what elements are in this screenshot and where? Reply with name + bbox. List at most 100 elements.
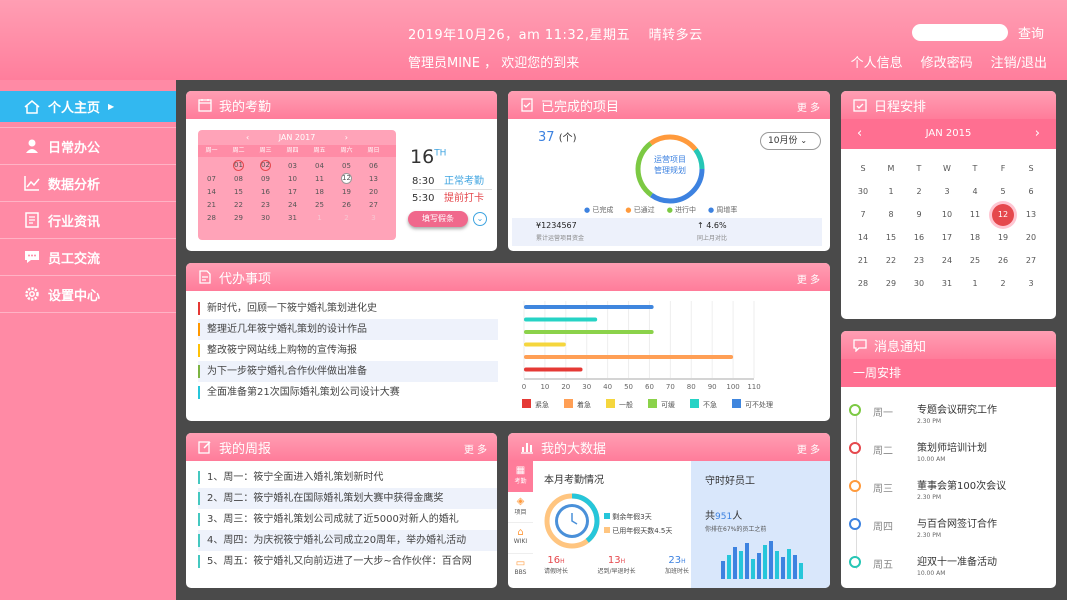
calendar-day[interactable]: 4: [961, 180, 989, 203]
logout-link[interactable]: 注销/退出: [991, 52, 1047, 71]
calendar-day[interactable]: 18: [961, 226, 989, 249]
leave-request-button[interactable]: 填写假条: [408, 211, 468, 227]
prev-month-button[interactable]: ‹: [857, 119, 862, 149]
sidebar-item-analysis[interactable]: 数据分析: [0, 165, 176, 202]
calendar-day[interactable]: 31: [933, 272, 961, 295]
calendar-day[interactable]: 24: [933, 249, 961, 272]
calendar-day[interactable]: 26: [333, 198, 360, 211]
calendar-day[interactable]: 21: [198, 198, 225, 211]
sidebar-item-settings[interactable]: 设置中心: [0, 276, 176, 313]
calendar-day[interactable]: 29: [225, 211, 252, 224]
calendar-day[interactable]: 14: [198, 185, 225, 198]
calendar-day[interactable]: 27: [1017, 249, 1045, 272]
calendar-day[interactable]: 10: [933, 203, 961, 226]
calendar-day[interactable]: 03: [279, 159, 306, 172]
calendar-day[interactable]: 13: [360, 172, 387, 185]
notice-item[interactable]: 周三 董事会第100次会议 2.30 PM: [849, 477, 1044, 501]
calendar-day[interactable]: 20: [1017, 226, 1045, 249]
calendar-day[interactable]: 22: [877, 249, 905, 272]
calendar-day[interactable]: 26: [989, 249, 1017, 272]
calendar-day[interactable]: 11: [961, 203, 989, 226]
personal-info-link[interactable]: 个人信息: [851, 52, 903, 71]
projects-more-link[interactable]: 更 多: [797, 99, 820, 114]
calendar-day[interactable]: 17: [933, 226, 961, 249]
calendar-day[interactable]: 27: [360, 198, 387, 211]
bigdata-more-link[interactable]: 更 多: [797, 441, 820, 456]
calendar-day[interactable]: 28: [198, 211, 225, 224]
calendar-day[interactable]: 2: [333, 211, 360, 224]
calendar-day[interactable]: 18: [306, 185, 333, 198]
sidebar-item-news[interactable]: 行业资讯: [0, 202, 176, 239]
todo-item[interactable]: 为下一步筱宁婚礼合作伙伴做出准备: [198, 361, 498, 382]
calendar-day[interactable]: 05: [333, 159, 360, 172]
calendar-day[interactable]: 25: [961, 249, 989, 272]
calendar-day[interactable]: 6: [1017, 180, 1045, 203]
tab-project[interactable]: ◈ 项目: [508, 492, 533, 523]
calendar-day[interactable]: 15: [225, 185, 252, 198]
calendar-day[interactable]: 16: [252, 185, 279, 198]
weekly-item[interactable]: 2、周二：筱宁婚礼在国际婚礼策划大赛中获得金鹰奖: [198, 488, 497, 509]
todo-item[interactable]: 新时代，回顾一下筱宁婚礼策划进化史: [198, 298, 498, 319]
calendar-day[interactable]: 30: [849, 180, 877, 203]
sidebar-item-chat[interactable]: 员工交流: [0, 239, 176, 276]
calendar-day[interactable]: 22: [225, 198, 252, 211]
calendar-day[interactable]: [198, 159, 225, 172]
calendar-day[interactable]: 10: [279, 172, 306, 185]
calendar-day[interactable]: 29: [877, 272, 905, 295]
prev-month-button[interactable]: ‹: [246, 130, 249, 145]
calendar-day[interactable]: 20: [360, 185, 387, 198]
search-button[interactable]: 查询: [1018, 23, 1044, 42]
calendar-day[interactable]: 8: [877, 203, 905, 226]
weekly-item[interactable]: 3、周三：筱宁婚礼策划公司成就了近5000对新人的婚礼: [198, 509, 497, 530]
calendar-day[interactable]: 5: [989, 180, 1017, 203]
tab-wiki[interactable]: ⌂ WIKI: [508, 523, 533, 554]
todo-item[interactable]: 整改筱宁网站线上购物的宣传海报: [198, 340, 498, 361]
sidebar-item-office[interactable]: 日常办公: [0, 128, 176, 165]
tab-attendance[interactable]: ▦ 考勤: [508, 461, 533, 492]
calendar-day[interactable]: 04: [306, 159, 333, 172]
calendar-day[interactable]: 07: [198, 172, 225, 185]
weekly-item[interactable]: 4、周四：为庆祝筱宁婚礼公司成立20周年，举办婚礼活动: [198, 530, 497, 551]
calendar-day[interactable]: 31: [279, 211, 306, 224]
calendar-day[interactable]: 12: [333, 172, 360, 185]
calendar-day[interactable]: 11: [306, 172, 333, 185]
todo-item[interactable]: 全面准备第21次国际婚礼策划公司设计大赛: [198, 382, 498, 403]
todo-item[interactable]: 整理近几年筱宁婚礼策划的设计作品: [198, 319, 498, 340]
calendar-day[interactable]: 15: [877, 226, 905, 249]
sidebar-item-home[interactable]: 个人主页 ▶: [0, 91, 176, 122]
calendar-day[interactable]: 3: [933, 180, 961, 203]
tab-bbs[interactable]: ▭ BBS: [508, 554, 533, 585]
calendar-day[interactable]: 01: [225, 159, 252, 172]
calendar-day[interactable]: 19: [989, 226, 1017, 249]
notice-item[interactable]: 周四 与百合网签订合作 2.30 PM: [849, 515, 1044, 539]
calendar-day[interactable]: 30: [905, 272, 933, 295]
calendar-day[interactable]: 30: [252, 211, 279, 224]
calendar-day[interactable]: 13: [1017, 203, 1045, 226]
notice-item[interactable]: 周二 策划师培训计划 10.00 AM: [849, 439, 1044, 463]
calendar-day[interactable]: 02: [252, 159, 279, 172]
calendar-day[interactable]: 21: [849, 249, 877, 272]
calendar-day[interactable]: 1: [961, 272, 989, 295]
calendar-day[interactable]: 3: [1017, 272, 1045, 295]
month-select[interactable]: 10月份 ⌄: [760, 132, 821, 150]
calendar-day[interactable]: 09: [252, 172, 279, 185]
calendar-day[interactable]: 23: [252, 198, 279, 211]
search-input[interactable]: [912, 24, 1008, 41]
weekly-more-link[interactable]: 更 多: [464, 441, 487, 456]
calendar-day[interactable]: 24: [279, 198, 306, 211]
calendar-day[interactable]: 7: [849, 203, 877, 226]
calendar-day[interactable]: 2: [989, 272, 1017, 295]
calendar-day[interactable]: 08: [225, 172, 252, 185]
calendar-day[interactable]: 14: [849, 226, 877, 249]
calendar-day[interactable]: 28: [849, 272, 877, 295]
calendar-day[interactable]: 19: [333, 185, 360, 198]
next-month-button[interactable]: ›: [1035, 119, 1040, 149]
calendar-day[interactable]: 16: [905, 226, 933, 249]
calendar-day[interactable]: 2: [905, 180, 933, 203]
calendar-day[interactable]: 9: [905, 203, 933, 226]
notice-item[interactable]: 周一 专题会议研究工作 2.30 PM: [849, 401, 1044, 425]
todo-more-link[interactable]: 更 多: [797, 271, 820, 286]
calendar-day[interactable]: 25: [306, 198, 333, 211]
calendar-day[interactable]: 1: [306, 211, 333, 224]
notice-item[interactable]: 周五 迎双十一准备活动 10.00 AM: [849, 553, 1044, 577]
